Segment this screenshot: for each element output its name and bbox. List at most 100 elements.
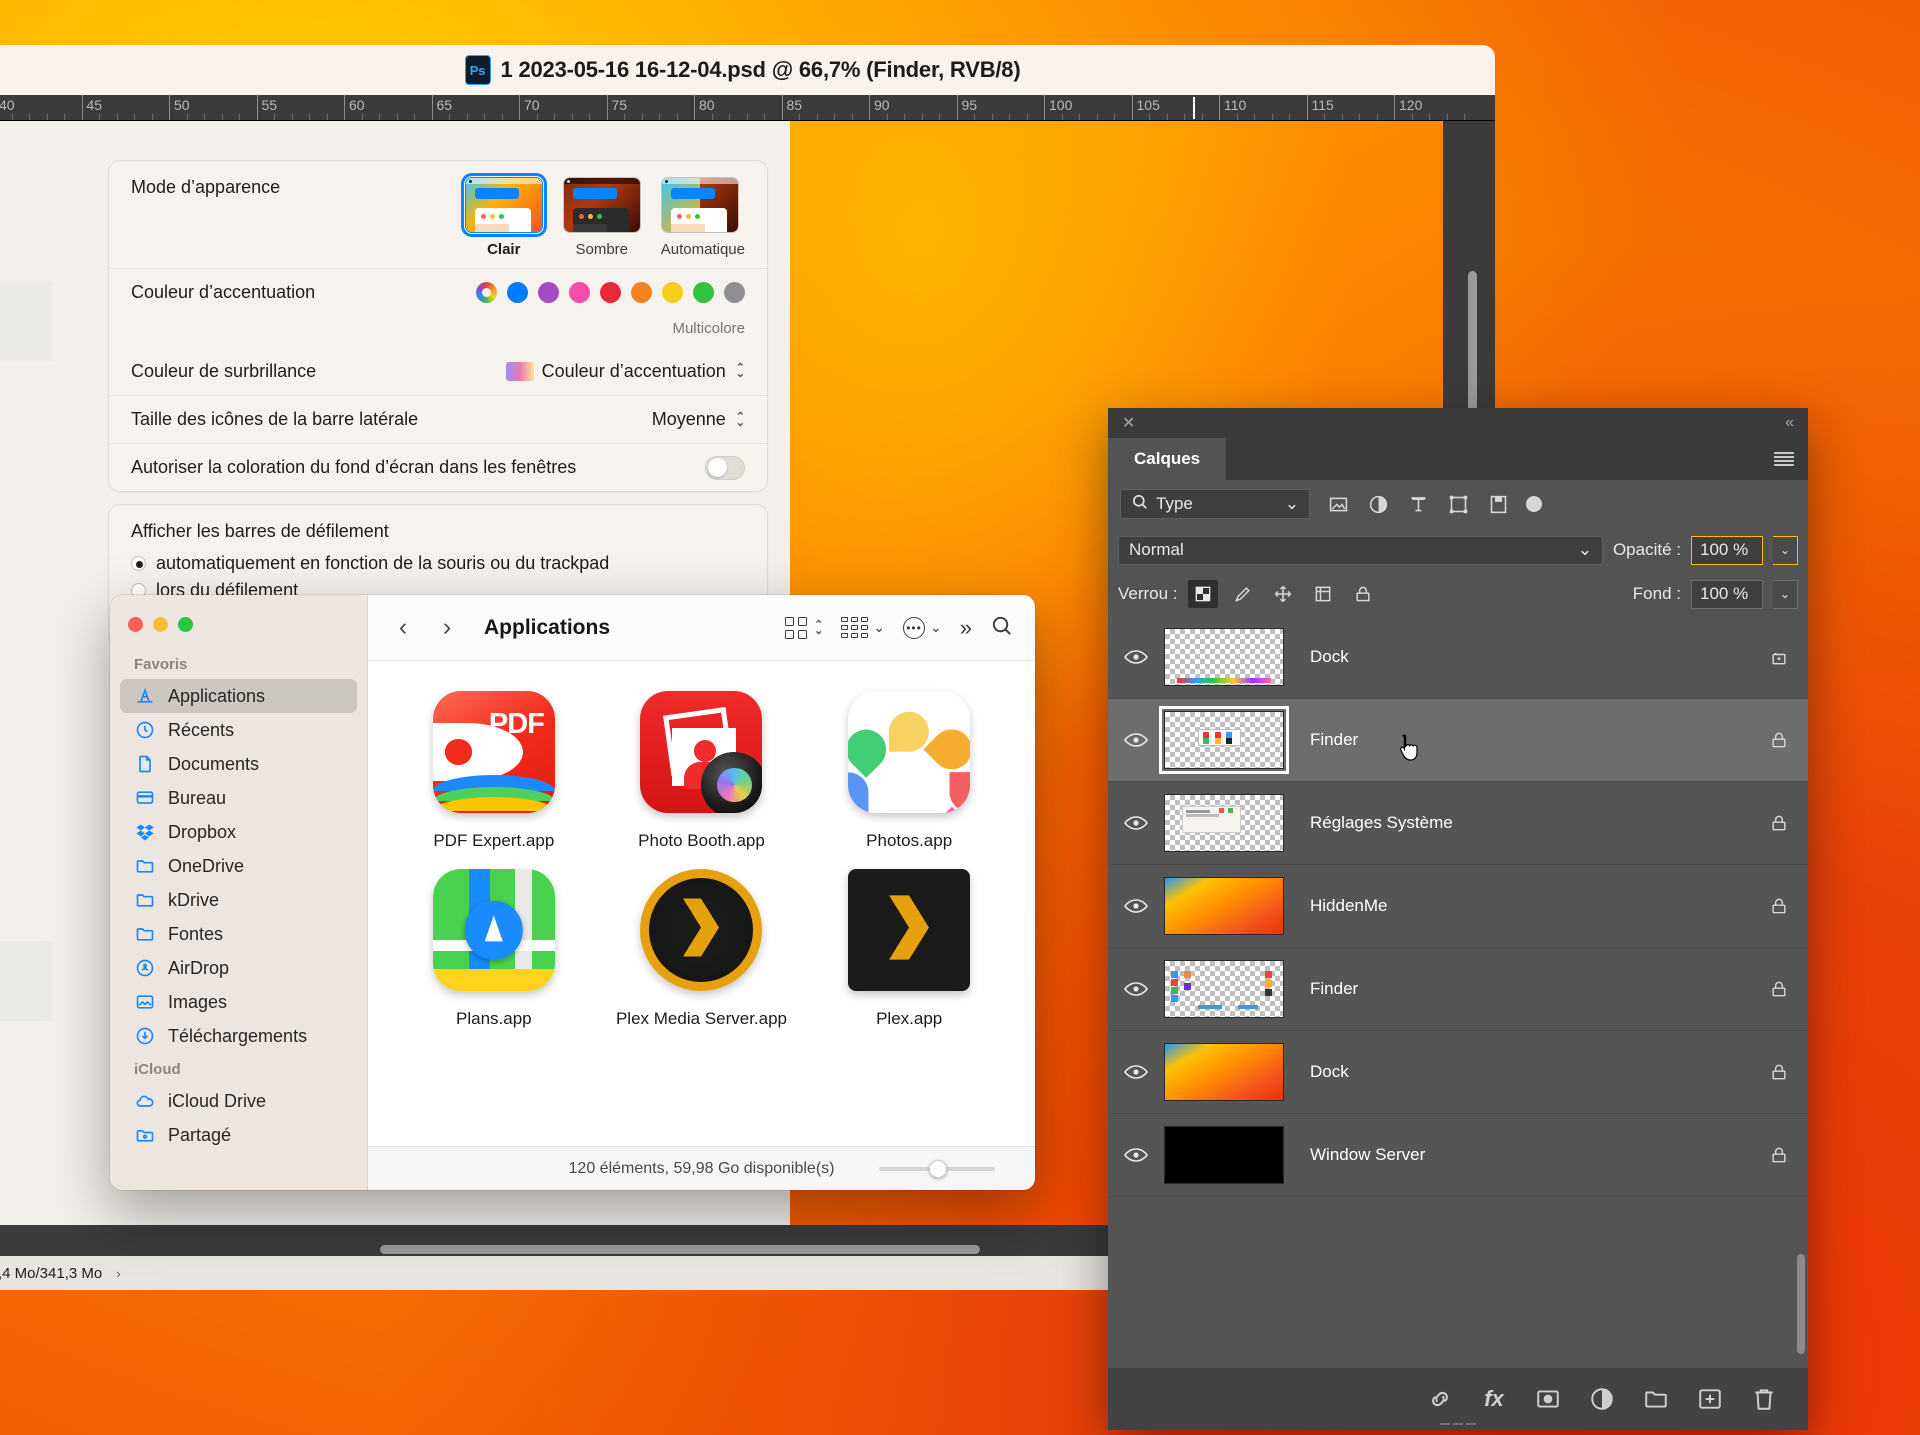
overflow-button[interactable]: » (960, 615, 972, 641)
layer-lock-icon[interactable] (1750, 729, 1808, 751)
file-item[interactable]: Plex Media Server.app (598, 861, 806, 1029)
layers-list[interactable]: Dock Finder (1108, 616, 1808, 1368)
file-item[interactable]: PDF PDF Expert.app (390, 683, 598, 851)
layer-thumbnail[interactable] (1164, 960, 1284, 1018)
panel-resize-handle[interactable] (1440, 1423, 1476, 1427)
collapse-panel-icon[interactable]: « (1785, 414, 1794, 432)
back-button[interactable]: ‹ (390, 613, 416, 642)
layer-visibility-icon[interactable] (1108, 815, 1164, 831)
opacity-input[interactable]: 100 % (1691, 536, 1763, 565)
tab-calques[interactable]: Calques (1108, 438, 1226, 480)
table-row[interactable]: Finder (1108, 699, 1808, 782)
sidebar-item-images[interactable]: Images (120, 985, 357, 1019)
adjustment-layer-filter-icon[interactable] (1366, 492, 1390, 516)
scrollbar-option-auto[interactable]: automatiquement en fonction de la souris… (131, 550, 745, 577)
forward-button[interactable]: › (434, 613, 460, 642)
layer-thumbnail[interactable] (1164, 711, 1284, 769)
opacity-stepper[interactable]: ⌄ (1773, 536, 1798, 565)
close-icon[interactable]: ✕ (1122, 413, 1135, 433)
accent-color-swatches[interactable] (476, 282, 745, 303)
filter-type-select[interactable]: Type ⌄ (1120, 489, 1310, 519)
delete-layer-icon[interactable] (1750, 1385, 1778, 1413)
filter-enable-toggle[interactable] (1526, 496, 1542, 512)
link-layers-icon[interactable] (1426, 1385, 1454, 1413)
new-group-icon[interactable] (1642, 1385, 1670, 1413)
canvas-horizontal-scrollbar-thumb[interactable] (380, 1245, 980, 1254)
layer-thumbnail[interactable] (1164, 877, 1284, 935)
pixel-layer-filter-icon[interactable] (1326, 492, 1350, 516)
table-row[interactable]: Dock (1108, 1031, 1808, 1114)
sidebar-item-bureau[interactable]: Bureau (120, 781, 357, 815)
layer-thumbnail[interactable] (1164, 794, 1284, 852)
sidebar-item-applications[interactable]: Applications (120, 679, 357, 713)
accent-swatch-red[interactable] (600, 282, 621, 303)
accent-swatch-pink[interactable] (569, 282, 590, 303)
layer-lock-icon[interactable] (1750, 646, 1808, 668)
view-grid-button[interactable]: ⌃⌄ (785, 617, 823, 639)
table-row[interactable]: Window Server (1108, 1114, 1808, 1197)
sidebar-item-airdrop[interactable]: AirDrop (120, 951, 357, 985)
layer-visibility-icon[interactable] (1108, 649, 1164, 665)
slider-knob[interactable] (929, 1160, 947, 1178)
new-layer-icon[interactable] (1696, 1385, 1724, 1413)
accent-swatch-graphite[interactable] (724, 282, 745, 303)
smart-object-filter-icon[interactable] (1486, 492, 1510, 516)
sidebar-item-dropbox[interactable]: Dropbox (120, 815, 357, 849)
lock-artboard-nesting-icon[interactable] (1308, 580, 1338, 608)
sidebar-item-onedrive[interactable]: OneDrive (120, 849, 357, 883)
sidebar-item-partage[interactable]: Partagé (120, 1118, 357, 1152)
minimize-button[interactable] (153, 617, 168, 632)
zoom-button[interactable] (178, 617, 193, 632)
table-row[interactable]: Dock (1108, 616, 1808, 699)
sidebar-item-documents[interactable]: Documents (120, 747, 357, 781)
lock-position-icon[interactable] (1268, 580, 1298, 608)
accent-swatch-orange[interactable] (631, 282, 652, 303)
horizontal-ruler[interactable]: 404550556065707580859095100105110115120 (0, 95, 1495, 121)
layer-lock-icon[interactable] (1750, 978, 1808, 1000)
file-item[interactable]: Photo Booth.app (598, 683, 806, 851)
accent-swatch-multicolor[interactable] (476, 282, 497, 303)
adjustment-layer-icon[interactable] (1588, 1385, 1616, 1413)
appearance-option-clair[interactable]: Clair (465, 177, 543, 258)
lock-image-pixels-icon[interactable] (1228, 580, 1258, 608)
layer-lock-icon[interactable] (1750, 895, 1808, 917)
layer-lock-icon[interactable] (1750, 812, 1808, 834)
fill-input[interactable]: 100 % (1691, 580, 1763, 609)
accent-swatch-yellow[interactable] (662, 282, 683, 303)
accent-swatch-green[interactable] (693, 282, 714, 303)
finder-file-grid[interactable]: PDF PDF Expert.app (368, 661, 1035, 1146)
window-traffic-lights[interactable] (110, 607, 367, 648)
layer-thumbnail[interactable] (1164, 1043, 1284, 1101)
blend-mode-select[interactable]: Normal ⌄ (1118, 536, 1603, 565)
sidebar-item-fontes[interactable]: Fontes (120, 917, 357, 951)
layers-list-scrollbar[interactable] (1797, 1254, 1805, 1354)
shape-layer-filter-icon[interactable] (1446, 492, 1470, 516)
layer-lock-icon[interactable] (1750, 1144, 1808, 1166)
accent-swatch-blue[interactable] (507, 282, 528, 303)
icon-size-slider[interactable] (879, 1167, 995, 1171)
more-actions-button[interactable]: ••• ⌄ (903, 617, 942, 639)
layer-style-fx-icon[interactable]: fx (1480, 1385, 1508, 1413)
group-by-button[interactable]: ⌄ (841, 617, 885, 638)
layer-visibility-icon[interactable] (1108, 898, 1164, 914)
appearance-mode-options[interactable]: Clair Sombre (465, 177, 745, 258)
layer-thumbnail[interactable] (1164, 1126, 1284, 1184)
wallpaper-tint-toggle[interactable] (705, 456, 745, 480)
canvas-vertical-scrollbar[interactable] (1468, 271, 1477, 431)
panel-menu-icon[interactable] (1774, 452, 1794, 466)
layer-mask-icon[interactable] (1534, 1385, 1562, 1413)
table-row[interactable]: Finder (1108, 948, 1808, 1031)
layer-visibility-icon[interactable] (1108, 1147, 1164, 1163)
table-row[interactable]: Réglages Système (1108, 782, 1808, 865)
lock-transparent-pixels-icon[interactable] (1188, 580, 1218, 608)
file-item[interactable]: Plans.app (390, 861, 598, 1029)
layer-visibility-icon[interactable] (1108, 732, 1164, 748)
sidebar-item-kdrive[interactable]: kDrive (120, 883, 357, 917)
layer-visibility-icon[interactable] (1108, 1064, 1164, 1080)
fill-stepper[interactable]: ⌄ (1773, 580, 1798, 609)
lock-all-icon[interactable] (1348, 580, 1378, 608)
highlight-color-dropdown[interactable]: Couleur d’accentuation ⌃⌄ (506, 361, 745, 382)
close-button[interactable] (128, 617, 143, 632)
table-row[interactable]: HiddenMe (1108, 865, 1808, 948)
search-button[interactable] (990, 614, 1013, 642)
